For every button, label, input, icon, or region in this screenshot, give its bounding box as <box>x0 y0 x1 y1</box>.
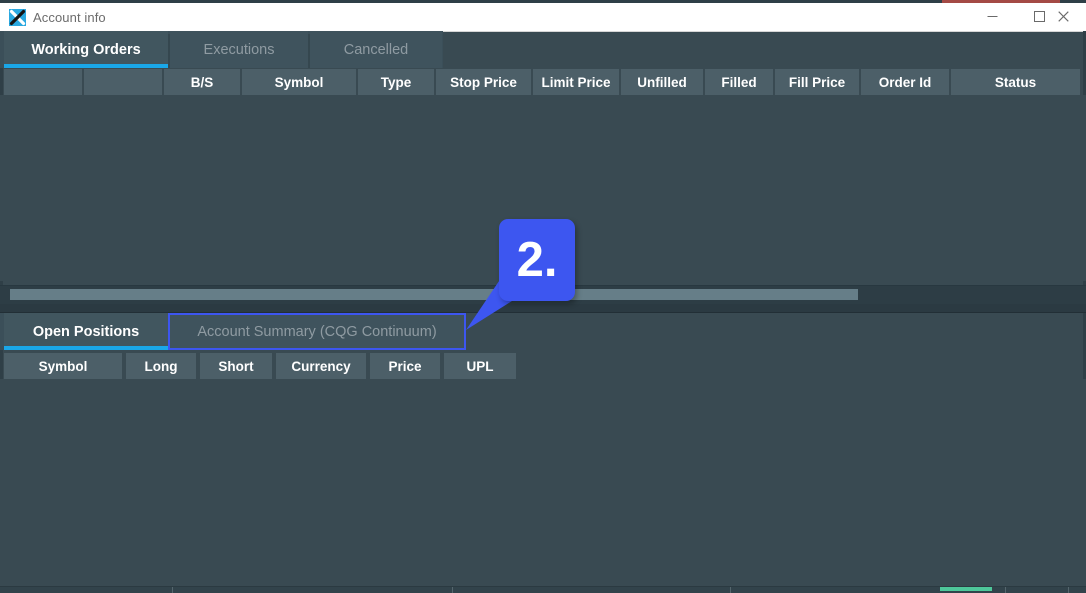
active-tab-underline <box>4 346 168 350</box>
background-window-tick <box>172 587 173 593</box>
column-header-blank[interactable] <box>84 69 164 95</box>
minimize-button[interactable] <box>969 3 1015 30</box>
tab-separator <box>308 34 310 68</box>
tab-cancelled[interactable]: Cancelled <box>310 31 442 68</box>
close-button[interactable] <box>1040 3 1086 30</box>
tab-account-summary-cqg-continuum[interactable]: Account Summary (CQG Continuum) <box>168 313 466 350</box>
tab-separator <box>168 34 170 68</box>
column-header-status[interactable]: Status <box>951 69 1082 95</box>
tab-open-positions[interactable]: Open Positions <box>4 313 168 350</box>
horizontal-scrollbar-thumb[interactable] <box>10 289 858 300</box>
positions-tab-strip: Open Positions Account Summary (CQG Conti… <box>0 313 466 350</box>
tab-separator <box>168 316 170 350</box>
column-header-filled[interactable]: Filled <box>705 69 775 95</box>
column-header-fill-price[interactable]: Fill Price <box>775 69 861 95</box>
orders-tab-strip: Working Orders Executions Cancelled <box>0 31 443 68</box>
tab-label: Account Summary (CQG Continuum) <box>197 323 437 340</box>
callout-badge-2: 2. <box>499 219 575 301</box>
title-bar[interactable]: Account info <box>0 3 1086 32</box>
tab-working-orders[interactable]: Working Orders <box>4 31 168 68</box>
column-header-order-id[interactable]: Order Id <box>861 69 951 95</box>
background-window-tick <box>730 587 731 593</box>
column-header-short[interactable]: Short <box>200 353 274 379</box>
tab-executions[interactable]: Executions <box>170 31 308 68</box>
column-header-upl[interactable]: UPL <box>444 353 518 379</box>
account-info-window: Account info Working Orders Executions Can… <box>0 0 1086 593</box>
positions-grid-body[interactable] <box>0 379 1086 587</box>
tab-label: Cancelled <box>343 41 409 58</box>
column-header-long[interactable]: Long <box>126 353 198 379</box>
column-header-unfilled[interactable]: Unfilled <box>621 69 705 95</box>
background-window-bottom-edge <box>0 586 1086 593</box>
app-x-icon <box>9 9 26 26</box>
pane-splitter[interactable] <box>0 304 1086 313</box>
column-header-type[interactable]: Type <box>358 69 436 95</box>
column-header-blank[interactable] <box>4 69 84 95</box>
background-window-green-marker <box>940 587 992 591</box>
column-header-stop-price[interactable]: Stop Price <box>436 69 533 95</box>
background-window-tick <box>452 587 453 593</box>
tab-label: Open Positions <box>32 323 140 340</box>
background-window-tick <box>1068 587 1069 593</box>
background-window-tick <box>1005 587 1006 593</box>
tab-label: Executions <box>203 41 275 58</box>
column-header-limit-price[interactable]: Limit Price <box>533 69 621 95</box>
window-title: Account info <box>33 10 106 25</box>
column-header-symbol[interactable]: Symbol <box>242 69 358 95</box>
column-header-b-s[interactable]: B/S <box>164 69 242 95</box>
column-header-currency[interactable]: Currency <box>276 353 368 379</box>
column-header-price[interactable]: Price <box>370 353 442 379</box>
tab-label: Working Orders <box>31 41 141 58</box>
active-tab-underline <box>4 64 168 68</box>
column-header-symbol[interactable]: Symbol <box>4 353 124 379</box>
